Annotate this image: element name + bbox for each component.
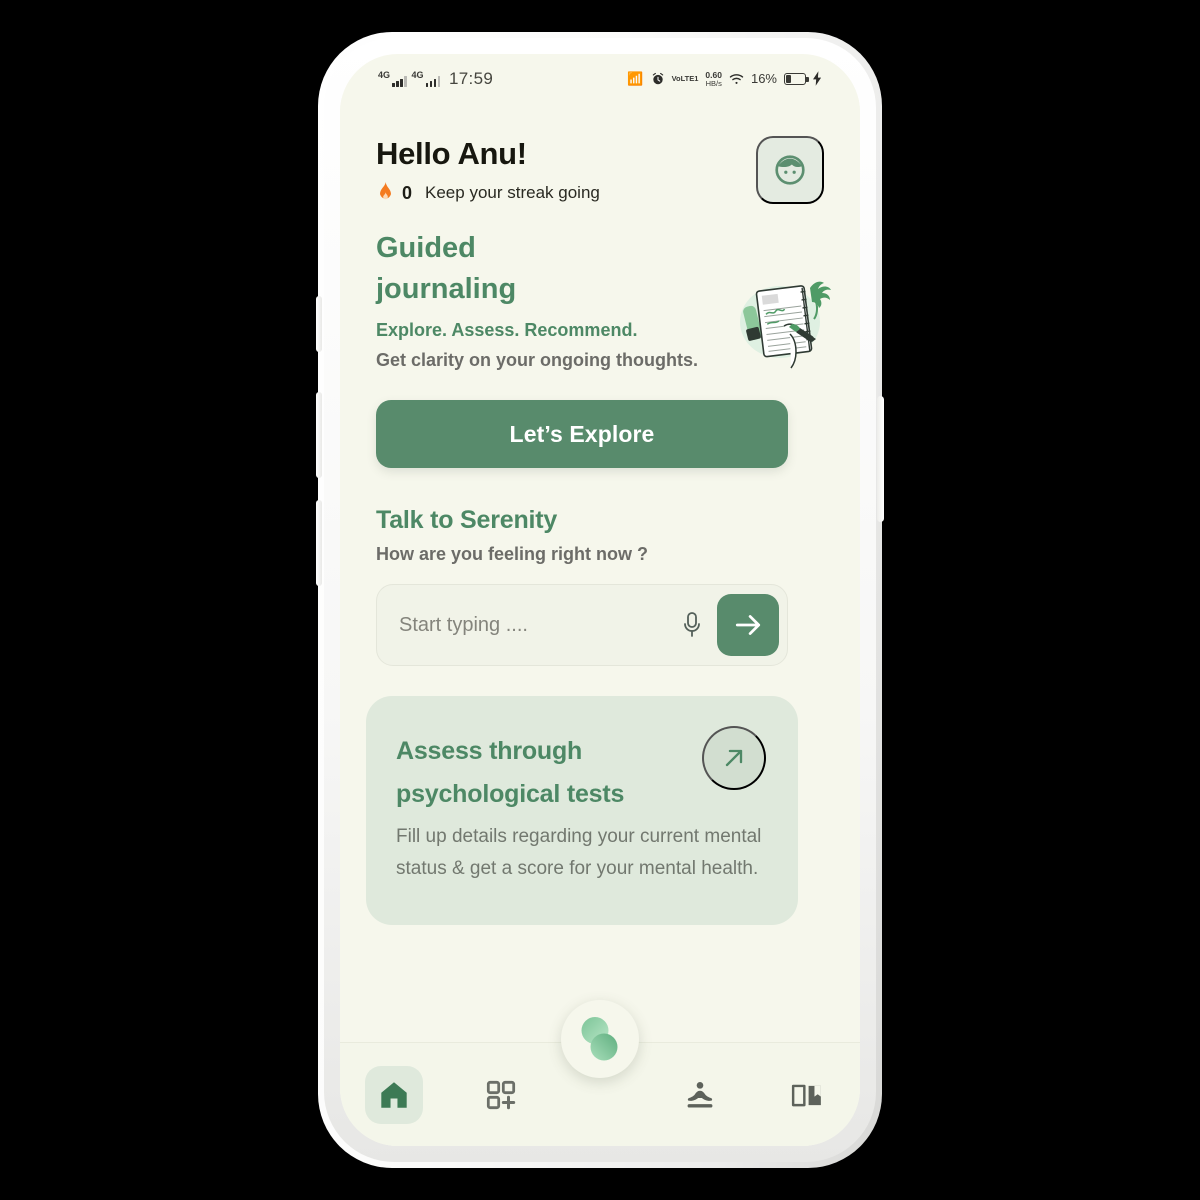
nav-journal-pill [778,1066,836,1124]
page-title: Hello Anu! [376,136,527,171]
arrow-right-icon [735,615,761,636]
microphone-icon [684,612,700,638]
nav-home-pill [364,1065,423,1124]
serenity-logo-icon [581,1017,618,1061]
assess-description: Fill up details regarding your current m… [396,826,762,880]
network-type-label-2: 4G [411,70,424,80]
charging-bolt-icon [813,71,822,87]
battery-icon [784,72,809,85]
phone-screen: 4G 4G 17:59 📶 VoLTE1 0.60 HB/s 16% Hello… [340,54,860,1146]
network-speed-unit: HB/s [705,78,722,88]
signal-indicator-1: 4G [378,71,407,87]
home-icon [380,1081,407,1108]
chat-input[interactable] [399,613,675,637]
arrow-up-right-icon [725,750,743,767]
meditation-icon [687,1081,712,1108]
volte-indicator: VoLTE1 [671,74,699,84]
guided-journaling-section: Guided journaling Explore. Assess. Recom… [340,204,860,374]
app-header: Hello Anu! 0 Keep your streak going [340,98,860,204]
open-book-icon [791,1084,821,1106]
power-button[interactable] [877,396,884,522]
nav-meditate-pill [671,1066,729,1124]
streak-row: 0 Keep your streak going [376,182,600,204]
screenshot-stage: 4G 4G 17:59 📶 VoLTE1 0.60 HB/s 16% Hello… [0,0,1200,1200]
microphone-button[interactable] [675,608,709,642]
status-bar-clock: 17:59 [449,69,494,88]
bluetooth-icon: 📶 [627,71,644,87]
serenity-subtitle: How are you feeling right now ? [376,544,649,565]
volume-extra-button[interactable] [316,500,322,586]
serenity-title: Talk to Serenity [376,506,558,535]
app-content: Hello Anu! 0 Keep your streak going Guid… [340,98,860,1146]
network-speed-indicator: 0.60 HB/s [705,70,722,88]
flame-icon [380,182,391,200]
signal-bars-icon-1 [392,76,407,87]
volume-down-button[interactable] [316,392,322,478]
talk-to-serenity-section: Talk to Serenity How are you feeling rig… [340,468,860,565]
serenity-fab-button[interactable] [561,1000,639,1078]
status-bar: 4G 4G 17:59 📶 VoLTE1 0.60 HB/s 16% [340,62,860,96]
journal-writing-illustration [740,281,831,369]
streak-label: Keep your streak going [425,183,600,202]
scroll-area[interactable]: Hello Anu! 0 Keep your streak going Guid… [340,98,860,1042]
battery-percent-label: 16% [750,71,777,87]
wifi-icon [729,74,744,84]
greeting-block: Hello Anu! 0 Keep your streak going [376,136,600,204]
chat-input-container[interactable] [376,584,788,667]
network-type-label-1: 4G [378,70,391,80]
nav-item-explore[interactable] [447,1043,554,1147]
lets-explore-button[interactable]: Let’s Explore [376,400,788,469]
status-bar-left: 4G 4G 17:59 [378,69,493,89]
volume-up-button[interactable] [316,296,322,352]
send-button[interactable] [717,594,779,657]
signal-bars-icon-2 [425,76,441,87]
nav-item-journal[interactable] [753,1043,860,1147]
signal-indicator-2: 4G [412,71,441,87]
avatar-button[interactable] [756,136,824,204]
nav-item-meditate[interactable] [646,1043,753,1147]
streak-count: 0 [402,182,413,203]
avatar-face-icon [775,155,805,185]
assess-open-button[interactable] [702,726,766,791]
alarm-icon [652,72,663,85]
assess-title: Assess through psychological tests [396,737,625,808]
nav-explore-pill [472,1066,530,1124]
grid-plus-icon [486,1080,515,1109]
assess-card[interactable]: Assess through psychological tests Fill … [366,696,798,926]
status-bar-right: 📶 VoLTE1 0.60 HB/s 16% [627,70,822,88]
nav-item-home[interactable] [340,1043,447,1147]
journal-title: Guided journaling [376,232,517,305]
